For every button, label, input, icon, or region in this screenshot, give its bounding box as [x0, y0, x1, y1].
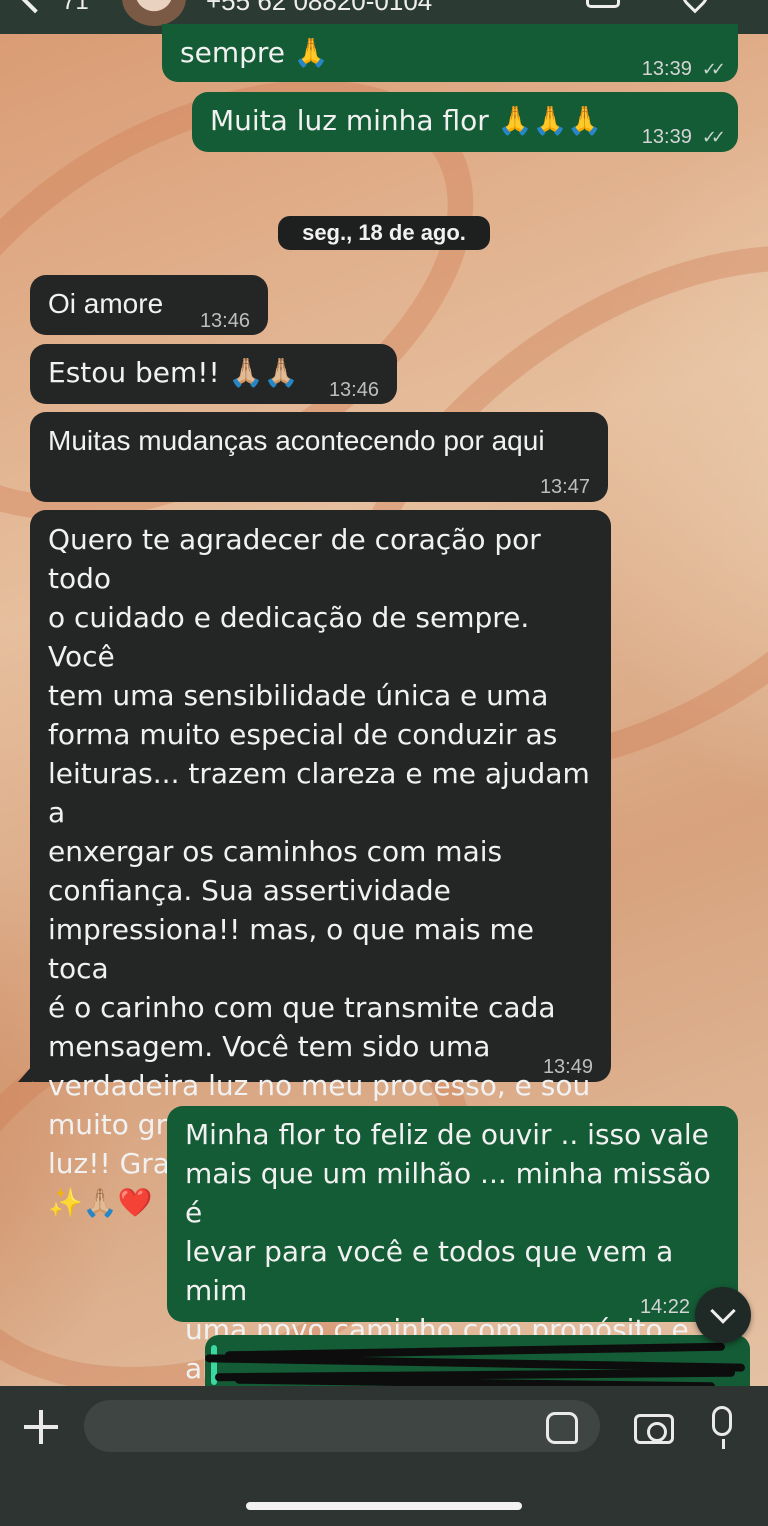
- bubble-tail: [18, 1066, 32, 1082]
- message-input[interactable]: [84, 1400, 600, 1452]
- incoming-message[interactable]: Quero te agradecer de coração por todo o…: [30, 510, 611, 1219]
- plus-icon[interactable]: [24, 1410, 58, 1444]
- message-meta: 13:49: [543, 1048, 593, 1087]
- call-icon[interactable]: [676, 0, 714, 14]
- camera-icon[interactable]: [634, 1414, 674, 1444]
- unread-count: 71: [62, 0, 89, 15]
- home-indicator: [246, 1502, 522, 1510]
- incoming-message[interactable]: Oi amore 13:46: [30, 275, 268, 335]
- mic-icon[interactable]: [712, 1406, 732, 1449]
- message-meta: 13:46: [329, 371, 379, 410]
- message-time: 13:46: [199, 310, 250, 332]
- message-meta: 13:46: [200, 302, 250, 341]
- chevron-down-icon: [710, 1298, 736, 1324]
- incoming-message[interactable]: Estou bem!! 🙏🏼🙏🏼 13:46: [30, 344, 397, 404]
- read-receipt-icon: ✓✓: [701, 127, 726, 147]
- message-time: 13:39: [641, 58, 692, 80]
- read-receipt-icon: ✓✓: [701, 59, 726, 79]
- message-time: 13:46: [328, 379, 379, 401]
- message-meta: 13:39 ✓✓: [641, 50, 726, 89]
- outgoing-message[interactable]: Minha flor to feliz de ouvir .. isso val…: [167, 1106, 738, 1385]
- message-meta: 13:39 ✓✓: [641, 118, 726, 157]
- message-meta: 13:47: [540, 468, 590, 507]
- message-text: sempre 🙏: [180, 36, 329, 69]
- date-separator: seg., 18 de ago.: [278, 216, 490, 250]
- redacted-message: [204, 1335, 750, 1391]
- message-time: 13:47: [539, 476, 590, 498]
- back-icon[interactable]: [16, 0, 54, 14]
- composer-bar: [0, 1386, 768, 1526]
- video-icon[interactable]: [586, 0, 620, 8]
- sticker-icon[interactable]: [546, 1412, 578, 1444]
- message-meta: 14:22: [640, 1288, 690, 1327]
- scroll-to-bottom-button[interactable]: [695, 1287, 751, 1343]
- message-time: 13:49: [542, 1056, 593, 1078]
- outgoing-message[interactable]: sempre 🙏 13:39 ✓✓: [162, 24, 738, 82]
- contact-name[interactable]: +55 62 08820-0104: [206, 0, 432, 17]
- outgoing-message[interactable]: Muita luz minha flor 🙏🙏🙏 13:39 ✓✓: [192, 92, 738, 152]
- message-text: Muitas mudanças acontecendo por aqui: [48, 425, 545, 456]
- avatar[interactable]: [122, 0, 186, 26]
- incoming-message[interactable]: Muitas mudanças acontecendo por aqui 13:…: [30, 412, 608, 502]
- message-time: 14:22: [639, 1296, 690, 1318]
- message-time: 13:39: [641, 126, 692, 148]
